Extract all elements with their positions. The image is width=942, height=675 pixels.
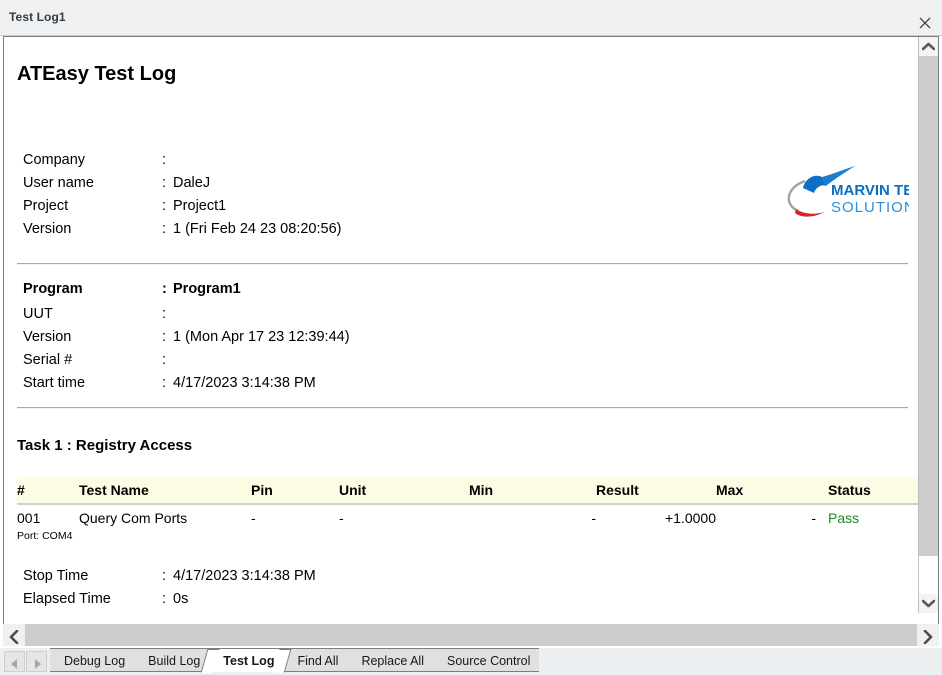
field-company-separator: : (162, 152, 166, 168)
field-elapsed-time-label: Elapsed Time (23, 591, 111, 607)
field-start-time-label: Start time (23, 375, 85, 391)
field-stop-time-value: 4/17/2023 3:14:38 PM (173, 568, 316, 584)
field-project-label: Project (23, 198, 68, 214)
field-serial-number-label: Serial # (23, 352, 72, 368)
column-header-status: Status (816, 477, 919, 504)
field-version-separator: : (162, 221, 166, 237)
close-icon[interactable] (908, 0, 942, 35)
field-start-time-separator: : (162, 375, 166, 391)
table-row[interactable]: 001 Query Com Ports - - - +1.0000 - Pass (17, 504, 919, 529)
field-program-version-value: 1 (Mon Apr 17 23 12:39:44) (173, 329, 350, 345)
cell-number: 001 (17, 504, 79, 529)
cell-test-name: Query Com Ports (79, 504, 251, 529)
field-version-label: Version (23, 221, 71, 237)
tab-build-log[interactable]: Build Log (134, 648, 209, 672)
field-uut-separator: : (162, 306, 166, 322)
tab-scroll-next-icon[interactable] (26, 651, 47, 672)
tab-source-control[interactable]: Source Control (433, 648, 539, 672)
task-title: Task 1 : Registry Access (17, 437, 192, 454)
field-program-separator: : (162, 281, 167, 297)
svg-text:MARVIN TEST: MARVIN TEST (831, 182, 909, 199)
column-header-result: Result (596, 477, 716, 504)
column-header-number: # (17, 477, 79, 504)
tab-replace-all[interactable]: Replace All (347, 648, 433, 672)
divider-task (17, 407, 908, 409)
cell-pin: - (251, 504, 339, 529)
horizontal-scrollbar[interactable] (3, 624, 939, 646)
window-titlebar: Test Log1 (0, 0, 942, 36)
column-header-test-name: Test Name (79, 477, 251, 504)
tab-source-control-label: Source Control (447, 654, 530, 668)
table-header-row: # Test Name Pin Unit Min Result Max Stat… (17, 477, 919, 504)
cell-result: +1.0000 (596, 504, 716, 529)
status-badge: Pass (816, 504, 919, 529)
marvin-test-solutions-logo: MARVIN TEST SOLUTIONS (781, 164, 909, 220)
scroll-left-icon[interactable] (3, 624, 25, 646)
tab-build-log-label: Build Log (148, 654, 200, 668)
test-results-table: # Test Name Pin Unit Min Result Max Stat… (17, 477, 919, 529)
cell-unit: - (339, 504, 469, 529)
bottom-tab-strip: Debug Log Build Log Test Log Find All Re… (0, 648, 942, 675)
field-uut-label: UUT (23, 306, 53, 322)
field-program-label: Program (23, 281, 83, 297)
cell-max: - (716, 504, 816, 529)
tab-debug-log[interactable]: Debug Log (50, 648, 134, 672)
test-detail-line: Port: COM4 (17, 530, 72, 542)
window-title: Test Log1 (9, 10, 66, 24)
tab-find-all-label: Find All (297, 654, 338, 668)
tab-test-log[interactable]: Test Log (209, 648, 283, 672)
field-user-name-separator: : (162, 175, 166, 191)
scroll-right-icon[interactable] (917, 624, 939, 646)
field-company-label: Company (23, 152, 85, 168)
field-elapsed-time-value: 0s (173, 591, 188, 607)
field-stop-time-separator: : (162, 568, 166, 584)
vertical-scrollbar-thumb[interactable] (919, 56, 938, 556)
field-user-name-value: DaleJ (173, 175, 210, 191)
tab-test-log-label: Test Log (223, 654, 274, 668)
field-program-version-separator: : (162, 329, 166, 345)
column-header-pin: Pin (251, 477, 339, 504)
scroll-up-icon[interactable] (919, 37, 938, 56)
tab-scroll-prev-icon[interactable] (4, 651, 25, 672)
field-elapsed-time-separator: : (162, 591, 166, 607)
field-serial-number-separator: : (162, 352, 166, 368)
tab-replace-all-label: Replace All (361, 654, 424, 668)
scroll-down-icon[interactable] (919, 594, 938, 613)
svg-text:SOLUTIONS: SOLUTIONS (831, 199, 909, 216)
field-project-value: Project1 (173, 198, 226, 214)
tab-find-all[interactable]: Find All (283, 648, 347, 672)
test-log-document: ATEasy Test Log Company : User name : Da… (4, 37, 919, 613)
field-version-value: 1 (Fri Feb 24 23 08:20:56) (173, 221, 341, 237)
test-log-window: Test Log1 ATEasy Test Log Company : User… (0, 0, 942, 675)
tab-debug-log-label: Debug Log (64, 654, 125, 668)
tab-list: Debug Log Build Log Test Log Find All Re… (50, 648, 539, 675)
vertical-scrollbar[interactable] (919, 37, 938, 613)
field-program-version-label: Version (23, 329, 71, 345)
column-header-max: Max (716, 477, 816, 504)
field-project-separator: : (162, 198, 166, 214)
field-user-name-label: User name (23, 175, 94, 191)
horizontal-scrollbar-thumb[interactable] (25, 624, 917, 646)
tab-nav-buttons (4, 651, 48, 672)
column-header-unit: Unit (339, 477, 469, 504)
field-start-time-value: 4/17/2023 3:14:38 PM (173, 375, 316, 391)
field-program-value: Program1 (173, 281, 241, 297)
column-header-min: Min (469, 477, 596, 504)
cell-min: - (469, 504, 596, 529)
page-title: ATEasy Test Log (17, 63, 176, 86)
log-client-area: ATEasy Test Log Company : User name : Da… (3, 36, 939, 632)
divider-header (17, 263, 908, 265)
field-stop-time-label: Stop Time (23, 568, 88, 584)
